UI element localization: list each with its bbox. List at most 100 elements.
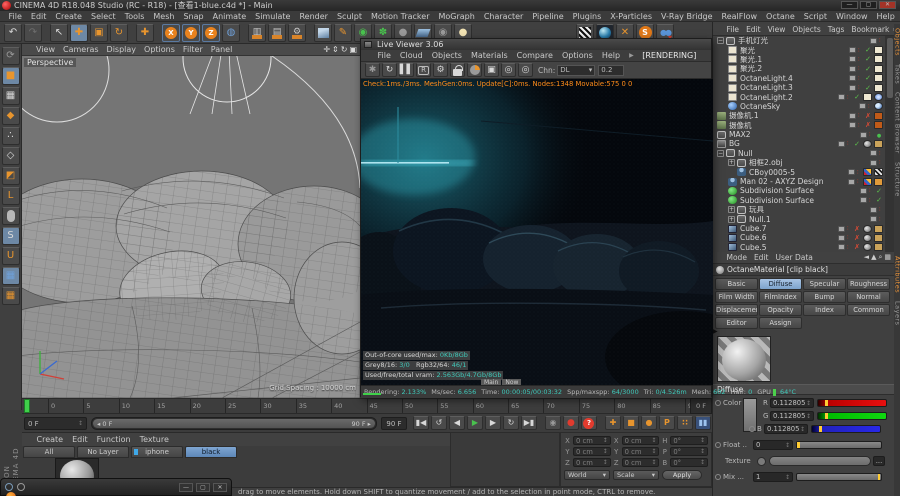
object-tree-row[interactable]: MAX2 ∶ <box>713 130 885 139</box>
taskbar-app-icon[interactable] <box>6 492 16 496</box>
render-state-icon[interactable] <box>864 112 872 120</box>
channel-value-spinner[interactable]: 0.2 <box>598 65 624 76</box>
viewport-menu-item[interactable]: Display <box>103 45 141 54</box>
axis-mode-button[interactable]: L <box>2 187 20 205</box>
menu-item[interactable]: Sculpt <box>332 12 366 21</box>
enable-checkbox[interactable] <box>860 188 867 194</box>
object-label[interactable]: OctaneLight.2 <box>740 93 793 102</box>
object-tree-row[interactable]: OctaneLight.2 ∶ <box>713 92 885 101</box>
menu-item[interactable]: V-Ray Bridge <box>657 12 718 21</box>
attribute-menu-item[interactable]: Edit <box>750 253 772 262</box>
octane-live-viewer-window[interactable]: Live Viewer 3.06 FileCloudObjectsMateria… <box>360 38 712 397</box>
enable-checkbox[interactable] <box>849 66 856 72</box>
visibility-dots[interactable]: ∶ <box>858 65 862 72</box>
expand-toggle-icon[interactable]: + <box>728 159 735 166</box>
enable-checkbox[interactable] <box>870 207 877 213</box>
play-backwards-button[interactable]: ↺ <box>431 416 447 430</box>
channel-button[interactable]: Roughness <box>847 278 890 290</box>
render-state-icon[interactable] <box>853 140 861 148</box>
viewport-menu-item[interactable]: View <box>32 45 59 54</box>
loop-button[interactable]: ↻ <box>503 416 519 430</box>
b-value-field[interactable]: 0.112805↕ <box>764 424 808 434</box>
visibility-dots[interactable]: ∶ <box>869 187 873 194</box>
object-tree-row[interactable]: Cube.7 ∶ <box>713 224 885 233</box>
object-label[interactable]: OctaneLight.4 <box>740 74 793 83</box>
render-state-icon[interactable] <box>875 131 883 139</box>
expand-toggle-icon[interactable]: − <box>717 150 724 157</box>
record-button[interactable]: ◉ <box>545 416 561 430</box>
object-manager-menu-item[interactable]: Edit <box>743 25 765 34</box>
live-viewer-title-bar[interactable]: Live Viewer 3.06 <box>361 39 711 50</box>
channel-button[interactable]: Opacity <box>759 304 802 316</box>
visibility-dots[interactable]: ∶ <box>879 150 883 157</box>
expand-toggle-icon[interactable]: + <box>728 206 735 213</box>
enable-checkbox[interactable] <box>849 85 856 91</box>
viewport-nav-icon[interactable]: ▣ <box>349 45 357 54</box>
object-label[interactable]: BG <box>729 139 740 148</box>
object-tree-row[interactable]: Cube.5 ∶ <box>713 243 885 252</box>
menu-item[interactable]: Window <box>831 12 872 21</box>
polygons-mode-button[interactable]: ◩ <box>2 167 20 185</box>
render-state-icon[interactable] <box>864 65 872 73</box>
render-state-icon[interactable] <box>864 74 872 82</box>
last-tool[interactable]: ✚ <box>136 24 154 42</box>
workplane-mode-button[interactable]: ◆ <box>2 107 20 125</box>
attribute-manager-icon[interactable]: ▦ <box>884 253 891 262</box>
menu-item[interactable]: Edit <box>26 12 51 21</box>
visibility-dots[interactable]: ∶ <box>858 75 862 82</box>
apply-button[interactable]: Apply <box>662 470 702 480</box>
minimize-button[interactable]: — <box>841 1 858 9</box>
enable-checkbox[interactable] <box>870 38 877 44</box>
render-state-icon[interactable] <box>853 243 861 251</box>
keyframe-help-button[interactable]: ? <box>581 416 597 430</box>
layer-tab[interactable]: iphone <box>131 446 183 458</box>
object-label[interactable]: Null.1 <box>749 215 771 224</box>
object-tree-row[interactable]: 摄像机 ∶ <box>713 121 885 130</box>
material-tag-icon[interactable] <box>863 234 872 242</box>
material-tag-icon[interactable] <box>874 65 883 73</box>
menu-item[interactable]: Snap <box>179 12 208 21</box>
edges-mode-button[interactable]: ◇ <box>2 147 20 165</box>
object-tree-row[interactable]: + 玩具 ∶ <box>713 205 885 214</box>
visibility-dots[interactable]: ∶ <box>857 169 861 176</box>
film-region-icon[interactable]: ▣ <box>484 63 499 77</box>
object-tree-row[interactable]: OctaneLight.3 ∶ <box>713 83 885 92</box>
visibility-dots[interactable]: ∶ <box>847 225 851 232</box>
timeline-ruler[interactable]: 051015202530354045505560657075808590 <box>22 398 690 414</box>
menu-item[interactable]: Pipeline <box>528 12 568 21</box>
channel-button[interactable]: Normal <box>847 291 890 303</box>
color-expand-icon[interactable] <box>749 426 755 432</box>
current-frame-field[interactable]: 0 F↕ <box>24 417 87 430</box>
maximize-button[interactable]: ▢ <box>860 1 877 9</box>
rotation-field[interactable]: 0°↕ <box>670 458 708 467</box>
menu-item[interactable]: Plugins <box>568 12 606 21</box>
enable-checkbox[interactable] <box>849 75 856 81</box>
layer-tab[interactable]: black <box>185 446 237 458</box>
enable-checkbox[interactable] <box>859 103 866 109</box>
render-state-icon[interactable] <box>864 121 872 129</box>
region-render-icon[interactable]: R <box>416 63 431 77</box>
object-tree-row[interactable]: + 相框2.obj ∶ <box>713 158 885 167</box>
object-label[interactable]: Cube.5 <box>740 243 767 252</box>
object-label[interactable]: CBoy0005-5 <box>749 168 795 177</box>
visibility-dots[interactable]: ∶ <box>847 94 851 101</box>
material-tag-icon[interactable] <box>863 225 872 233</box>
object-manager-menu-item[interactable]: Objects <box>789 25 824 34</box>
workplane-plane-button[interactable]: ▦ <box>2 287 20 305</box>
material-tag-icon[interactable] <box>874 102 883 110</box>
viewport-nav-icon[interactable]: ↻ <box>341 45 348 54</box>
material-menu-item[interactable]: Function <box>92 435 135 444</box>
mix-value-field[interactable]: 1↕ <box>753 472 793 482</box>
object-tree-row[interactable]: Subdivision Surface ∶ <box>713 196 885 205</box>
enable-checkbox[interactable] <box>838 141 845 147</box>
key-scale-toggle[interactable]: ■ <box>623 416 639 430</box>
material-preview[interactable] <box>717 336 771 382</box>
animation-dot-icon[interactable] <box>715 442 721 448</box>
texture-add-button[interactable] <box>757 457 766 466</box>
viewport-solo-button[interactable] <box>2 207 20 225</box>
key-rotation-toggle[interactable]: ● <box>641 416 657 430</box>
viewport-nav-icon[interactable]: ✛ <box>323 45 330 54</box>
object-label[interactable]: 摄像机 <box>729 120 752 131</box>
previous-frame-button[interactable]: ◀ <box>449 416 465 430</box>
pick-white-balance-icon[interactable]: ◎ <box>518 63 533 77</box>
